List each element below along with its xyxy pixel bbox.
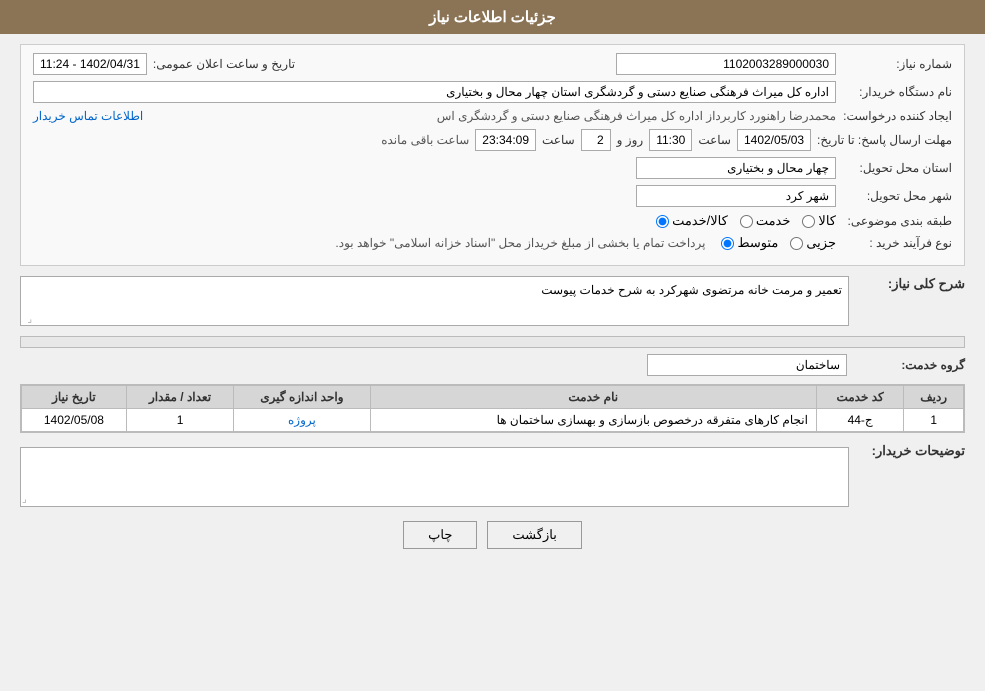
buyer-notes-label: توضيحات خريدار:	[855, 443, 965, 459]
category-option-kala: كالا	[802, 213, 836, 229]
cell-service-name: انجام كارهاى متفرقه درخصوص بازسازى و بهس…	[370, 409, 816, 432]
cell-service-code: ج-44	[816, 409, 903, 432]
table-header-row: رديف كد خدمت نام خدمت واحد اندازه گيرى ت…	[22, 386, 964, 409]
deadline-date: 1402/05/03	[737, 129, 811, 151]
province-label: استان محل تحويل:	[842, 161, 952, 175]
service-group-value: ساختمان	[647, 354, 847, 376]
row-service-group: گروه خدمت: ساختمان	[20, 354, 965, 376]
type-option-jozii: جزيى	[790, 235, 836, 251]
category-khedmat-radio[interactable]	[740, 215, 753, 228]
cell-unit: پروژه	[234, 409, 370, 432]
category-kala-khedmat-radio[interactable]	[656, 215, 669, 228]
footer-buttons: بازگشت چاپ	[20, 521, 965, 549]
announce-date-value: 1402/04/31 - 11:24	[33, 53, 147, 75]
creator-link[interactable]: اطلاعات تماس خريدار	[33, 109, 143, 123]
time-label: ساعت	[698, 133, 731, 147]
deadline-days: 2	[581, 129, 611, 151]
city-value: شهر كرد	[636, 185, 836, 207]
page-header: جزئيات اطلاعات نياز	[0, 0, 985, 34]
general-desc-label: شرح كلى نياز:	[855, 276, 965, 292]
category-radio-group: كالا خدمت كالا/خدمت	[656, 213, 836, 229]
deadline-label: مهلت ارسال پاسخ: تا تاريخ:	[817, 133, 952, 147]
back-button[interactable]: بازگشت	[487, 521, 581, 549]
category-label: طبقه بندى موضوعى:	[842, 214, 952, 228]
row-deadline: مهلت ارسال پاسخ: تا تاريخ: 1402/05/03 سا…	[33, 129, 952, 151]
category-option-khedmat: خدمت	[740, 213, 791, 229]
category-khedmat-label: خدمت	[756, 213, 791, 229]
row-buyer-org: نام دستگاه خريدار: اداره كل ميراث فرهنگى…	[33, 81, 952, 103]
category-option-kala-khedmat: كالا/خدمت	[656, 213, 728, 229]
purchase-notice: پرداخت تمام يا بخشى از مبلغ خريداز محل "…	[335, 236, 705, 250]
row-purchase-type: نوع فرآيند خريد : جزيى متوسط پرداخت تمام…	[33, 235, 952, 251]
general-desc-value: تعمير و مرمت خانه مرتضوى شهركرد به شرح خ…	[20, 276, 849, 326]
type-option-motevasset: متوسط	[721, 235, 778, 251]
deadline-remaining: 23:34:09	[475, 129, 536, 151]
row-category: طبقه بندى موضوعى: كالا خدمت كالا/خدمت	[33, 213, 952, 229]
col-unit: واحد اندازه گيرى	[234, 386, 370, 409]
type-jozii-radio[interactable]	[790, 237, 803, 250]
resize-corner-icon: ⌟	[22, 494, 27, 505]
general-desc-container: تعمير و مرمت خانه مرتضوى شهركرد به شرح خ…	[20, 276, 849, 326]
row-province: استان محل تحويل: چهار محال و بختيارى	[33, 157, 952, 179]
col-row-num: رديف	[904, 386, 964, 409]
buyer-org-label: نام دستگاه خريدار:	[842, 85, 952, 99]
province-value: چهار محال و بختيارى	[636, 157, 836, 179]
table-row: 1 ج-44 انجام كارهاى متفرقه درخصوص بازساز…	[22, 409, 964, 432]
services-table-container: رديف كد خدمت نام خدمت واحد اندازه گيرى ت…	[20, 384, 965, 433]
row-need-number: شماره نياز: 1102003289000030 تاريخ و ساع…	[33, 53, 952, 75]
creator-name: محمدرضا راهنورد كاربرداز اداره كل ميراث …	[149, 109, 836, 123]
col-service-name: نام خدمت	[370, 386, 816, 409]
col-date: تاريخ نياز	[22, 386, 127, 409]
purchase-type-radio-group: جزيى متوسط	[721, 235, 836, 251]
buyer-notes-container: ⌟	[20, 443, 849, 507]
buyer-notes-value	[20, 447, 849, 507]
cell-quantity: 1	[126, 409, 233, 432]
cell-row-num: 1	[904, 409, 964, 432]
category-kala-khedmat-label: كالا/خدمت	[672, 213, 728, 229]
col-quantity: تعداد / مقدار	[126, 386, 233, 409]
row-city: شهر محل تحويل: شهر كرد	[33, 185, 952, 207]
announce-date-label: تاريخ و ساعت اعلان عمومى:	[153, 57, 295, 71]
days-label: روز و	[617, 133, 644, 147]
services-table: رديف كد خدمت نام خدمت واحد اندازه گيرى ت…	[21, 385, 964, 432]
row-buyer-notes: توضيحات خريدار: ⌟	[20, 443, 965, 507]
cell-date: 1402/05/08	[22, 409, 127, 432]
category-kala-label: كالا	[818, 213, 836, 229]
category-kala-radio[interactable]	[802, 215, 815, 228]
info-section: شماره نياز: 1102003289000030 تاريخ و ساع…	[20, 44, 965, 266]
service-group-label: گروه خدمت:	[855, 358, 965, 372]
buyer-org-value: اداره كل ميراث فرهنگى صنايع دستى و گردشگ…	[33, 81, 836, 103]
print-button[interactable]: چاپ	[403, 521, 477, 549]
row-general-desc: شرح كلى نياز: تعمير و مرمت خانه مرتضوى ش…	[20, 276, 965, 326]
deadline-time: 11:30	[649, 129, 692, 151]
resize-handle-icon: ⌟	[22, 314, 32, 324]
creator-label: ايجاد كننده درخواست:	[842, 109, 952, 123]
type-motevasset-radio[interactable]	[721, 237, 734, 250]
need-number-label: شماره نياز:	[842, 57, 952, 71]
type-jozii-label: جزيى	[806, 235, 836, 251]
remaining-label: ساعت باقى مانده	[381, 133, 469, 147]
header-title: جزئيات اطلاعات نياز	[429, 9, 556, 26]
purchase-type-label: نوع فرآيند خريد :	[842, 236, 952, 250]
service-info-title	[20, 336, 965, 348]
need-number-value: 1102003289000030	[616, 53, 836, 75]
hours-label: ساعت	[542, 133, 575, 147]
city-label: شهر محل تحويل:	[842, 189, 952, 203]
row-creator: ايجاد كننده درخواست: محمدرضا راهنورد كار…	[33, 109, 952, 123]
type-motevasset-label: متوسط	[737, 235, 778, 251]
col-service-code: كد خدمت	[816, 386, 903, 409]
